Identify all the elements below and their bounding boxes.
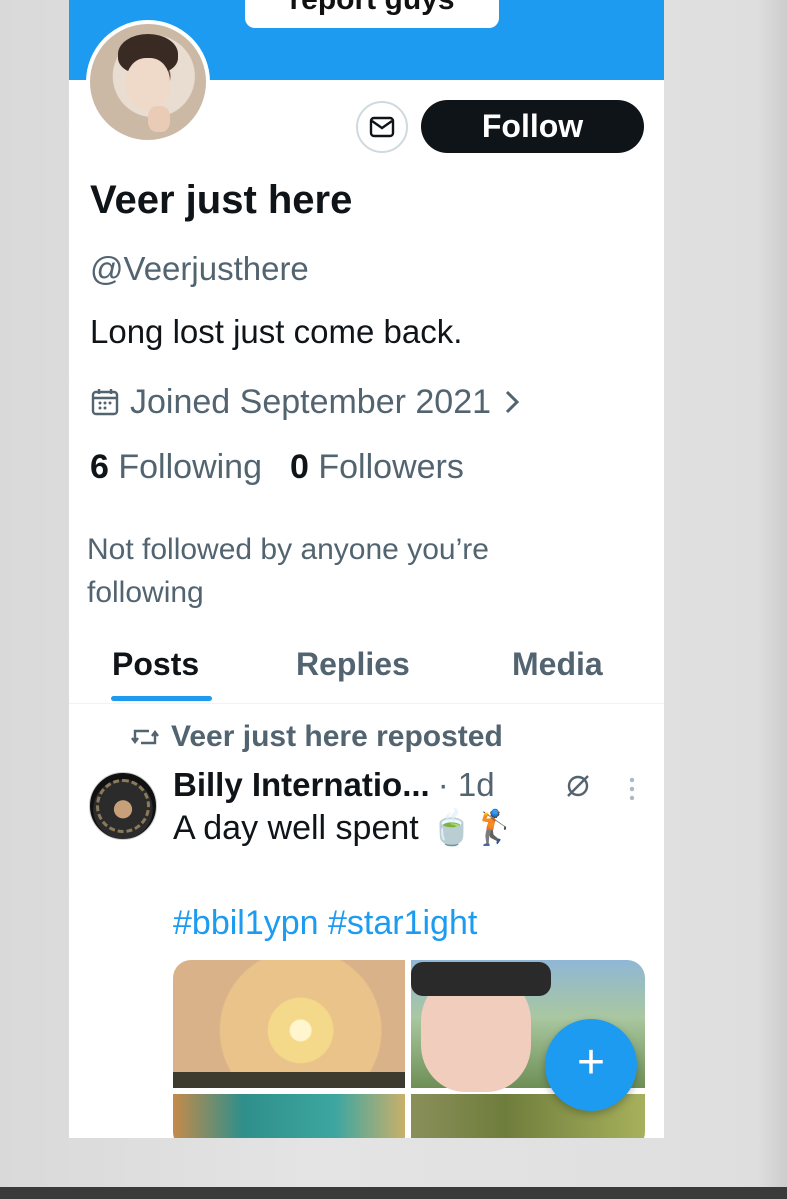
followers-label: Followers bbox=[318, 448, 464, 486]
not-followed-notice: Not followed by anyone you’re following bbox=[87, 533, 489, 609]
tab-media[interactable]: Media bbox=[512, 646, 603, 683]
media-drink[interactable] bbox=[173, 1094, 405, 1138]
chevron-right-icon bbox=[505, 390, 520, 414]
joined-date[interactable]: Joined September 2021 bbox=[90, 382, 523, 422]
profile-avatar[interactable] bbox=[86, 20, 210, 144]
calendar-icon bbox=[91, 389, 119, 416]
repost-context[interactable]: Veer just here reposted bbox=[131, 718, 503, 756]
message-button[interactable] bbox=[356, 101, 408, 153]
post-hashtags[interactable]: #bbil1ypn #star1ight bbox=[173, 904, 477, 943]
profile-bio: Long lost just come back. bbox=[90, 313, 463, 350]
post-author-avatar[interactable] bbox=[89, 772, 157, 840]
follow-stats: 6 Following 0 Followers bbox=[90, 448, 464, 487]
following-count: 6 bbox=[90, 448, 109, 486]
media-horizon bbox=[173, 1072, 405, 1088]
following-stat[interactable]: 6 Following bbox=[90, 448, 262, 487]
tab-posts[interactable]: Posts bbox=[112, 646, 199, 683]
grok-icon[interactable] bbox=[564, 772, 592, 800]
repost-text: Veer just here reposted bbox=[171, 720, 503, 753]
following-label: Following bbox=[118, 448, 262, 486]
repost-icon bbox=[131, 729, 159, 745]
post-header: Billy Internatio... · 1d bbox=[173, 764, 495, 806]
followers-stat[interactable]: 0 Followers bbox=[290, 448, 464, 487]
avatar-face bbox=[126, 58, 170, 110]
follow-button[interactable]: Follow bbox=[421, 100, 644, 153]
profile-tabs: Posts Replies Media bbox=[69, 640, 664, 704]
post-text: A day well spent bbox=[173, 808, 419, 847]
joined-text: Joined September 2021 bbox=[130, 382, 492, 421]
media-sunset[interactable] bbox=[173, 960, 405, 1088]
followers-count: 0 bbox=[290, 448, 309, 486]
profile-handle: @Veerjusthere bbox=[90, 250, 309, 287]
post-emojis: 🍵🏌 bbox=[430, 809, 516, 847]
profile-name: Veer just here bbox=[90, 178, 353, 222]
avatar-ring bbox=[96, 779, 150, 833]
bottom-bar bbox=[0, 1187, 787, 1199]
background-edge bbox=[757, 0, 787, 1199]
more-vertical-icon[interactable] bbox=[627, 776, 637, 802]
media-sunglasses bbox=[411, 962, 551, 996]
banner-caption: report guys bbox=[245, 0, 499, 28]
profile-screen: report guys Follow Veer just here @Veerj… bbox=[69, 0, 664, 1138]
avatar-hand bbox=[148, 106, 170, 132]
envelope-icon bbox=[369, 116, 395, 138]
active-tab-indicator bbox=[111, 696, 212, 701]
post-author[interactable]: Billy Internatio... bbox=[173, 766, 430, 804]
compose-button[interactable]: + bbox=[545, 1019, 637, 1111]
post-text-line: A day well spent 🍵🏌 bbox=[173, 808, 515, 848]
tab-replies[interactable]: Replies bbox=[296, 646, 410, 683]
post-time[interactable]: · 1d bbox=[438, 766, 495, 804]
